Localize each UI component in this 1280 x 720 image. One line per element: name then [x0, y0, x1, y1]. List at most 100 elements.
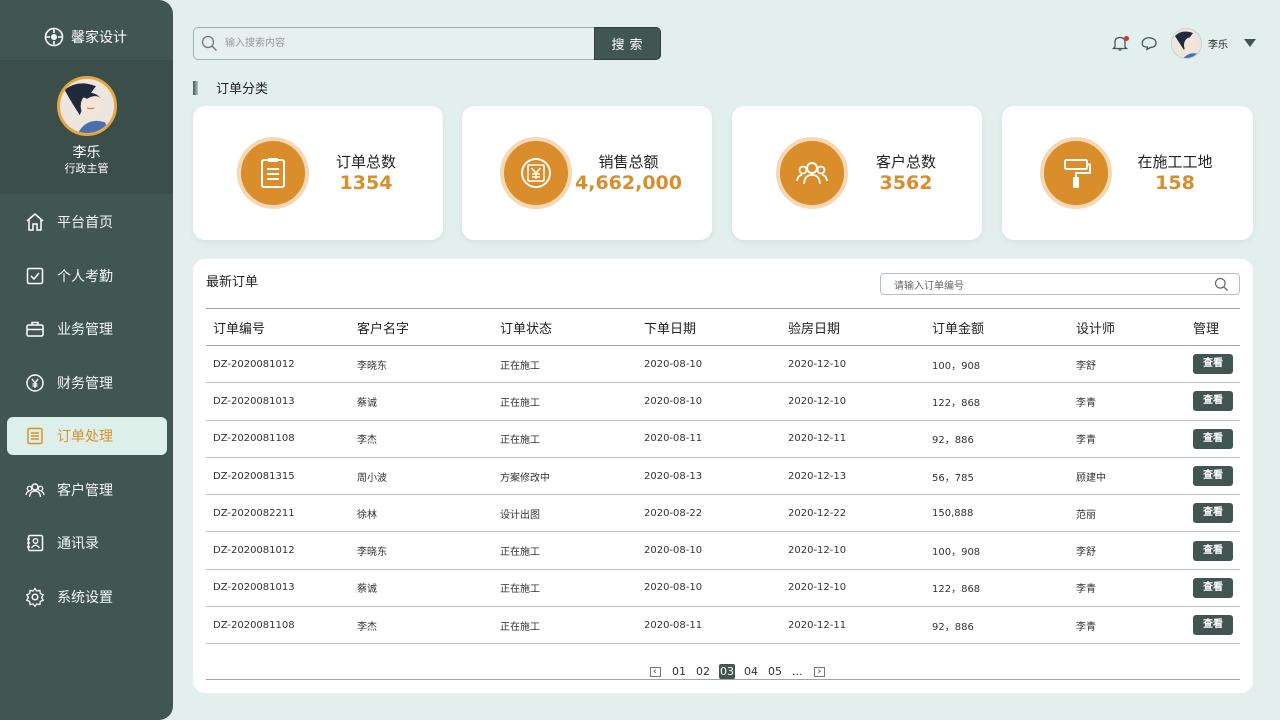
stat-icon-badge	[1040, 137, 1112, 209]
messages-button[interactable]	[1140, 34, 1158, 52]
table-row: DZ-2020081012 李晓东 正在施工 2020-08-10 2020-12-10…	[206, 532, 1240, 570]
stat-card-sales[interactable]: 销售总额 4,662,000	[462, 106, 712, 240]
table-cell-actions: 查看	[1186, 540, 1240, 561]
sidebar-item-label: 系统设置	[57, 589, 113, 606]
page-link[interactable]: 05	[768, 665, 782, 678]
brand-logo-icon	[44, 27, 64, 47]
table-cell: 150,888	[932, 507, 974, 519]
sidebar-item-label: 业务管理	[57, 322, 113, 338]
search-input[interactable]	[193, 27, 595, 60]
table-cell-actions: 查看	[1186, 577, 1240, 598]
table-cell-actions: 查看	[1186, 615, 1240, 636]
orders-table: 订单编号 客户名字 订单状态 下单日期 验房日期 订单金额 设计师 管理 DZ-…	[206, 308, 1240, 645]
view-order-button[interactable]: 查看	[1193, 354, 1233, 375]
table-cell: 2020-12-13	[788, 470, 847, 482]
table-cell: 李晓东	[357, 360, 387, 372]
table-cell: 范丽	[1076, 509, 1096, 521]
table-cell: 正在施工	[500, 584, 540, 596]
stat-icon-badge	[500, 137, 572, 209]
table-cell: 2020-08-11	[644, 433, 703, 445]
divider	[206, 679, 1240, 680]
view-order-button[interactable]: 查看	[1193, 540, 1233, 561]
search-icon[interactable]	[1214, 277, 1229, 292]
gear-icon	[25, 586, 45, 607]
table-cell: 方案修改中	[500, 472, 550, 484]
stat-label: 在施工工地	[1137, 153, 1213, 171]
sidebar-item-settings[interactable]: 系统设置	[7, 578, 167, 616]
prev-page-button[interactable]	[650, 666, 661, 677]
section-marker	[193, 80, 198, 95]
order-number-input[interactable]	[881, 276, 1201, 297]
users-icon	[25, 482, 45, 497]
sidebar-item-orders[interactable]: 订单处理	[7, 417, 167, 455]
stat-label: 客户总数	[875, 153, 936, 171]
table-cell: 2020-08-22	[644, 507, 703, 519]
stat-value: 1354	[339, 172, 393, 194]
stat-card-sites[interactable]: 在施工工地 158	[1002, 106, 1253, 240]
table-cell: DZ-2020081315	[213, 470, 295, 482]
table-cell: 92，886	[932, 621, 974, 633]
user-avatar[interactable]	[1171, 27, 1202, 59]
sidebar-item-attendance[interactable]: 个人考勤	[7, 257, 167, 295]
page-link[interactable]: 02	[696, 665, 710, 678]
table-cell: 正在施工	[500, 547, 540, 559]
next-page-button[interactable]	[813, 666, 825, 677]
view-order-button[interactable]: 查看	[1193, 503, 1233, 524]
page-link[interactable]: 04	[744, 665, 758, 678]
notification-dot	[1124, 36, 1129, 41]
stat-icon-badge	[237, 137, 309, 209]
view-order-button[interactable]: 查看	[1193, 466, 1233, 487]
avatar-portrait-icon	[60, 79, 114, 133]
view-order-button[interactable]: 查看	[1193, 391, 1233, 412]
table-cell: 李杰	[357, 435, 377, 447]
table-cell: 2020-08-11	[644, 619, 703, 631]
search-button[interactable]: 搜索	[594, 27, 661, 60]
view-order-button[interactable]: 查看	[1193, 577, 1233, 598]
profile-role: 行政主管	[64, 162, 109, 175]
stat-value: 4,662,000	[575, 172, 682, 194]
view-order-button[interactable]: 查看	[1193, 615, 1233, 636]
users-icon	[796, 162, 828, 185]
avatar[interactable]	[57, 76, 117, 136]
sidebar-item-label: 平台首页	[57, 215, 113, 231]
table-cell: 正在施工	[500, 397, 540, 409]
table-cell: 100，908	[932, 547, 981, 559]
sidebar-item-customers[interactable]: 客户管理	[7, 471, 167, 509]
stat-value: 3562	[879, 172, 933, 194]
column-header: 验房日期	[788, 321, 841, 337]
brand-name: 馨家设计	[71, 30, 127, 46]
view-order-button[interactable]: 查看	[1193, 428, 1233, 449]
table-cell: 李舒	[1076, 360, 1096, 372]
table-header: 订单编号 客户名字 订单状态 下单日期 验房日期 订单金额 设计师 管理	[206, 308, 1240, 346]
chevron-down-icon[interactable]	[1244, 39, 1256, 47]
stat-card-orders[interactable]: 订单总数 1354	[193, 106, 443, 240]
home-icon	[26, 213, 44, 231]
sidebar-item-business[interactable]: 业务管理	[7, 310, 167, 348]
table-cell: 2020-12-10	[788, 582, 847, 594]
sidebar-nav: 平台首页 个人考勤 业务管理 财务管理 订单处理 客户管理 通讯录 系统设置	[0, 203, 173, 631]
table-cell: 周小波	[357, 472, 387, 484]
sidebar-item-finance[interactable]: 财务管理	[7, 364, 167, 402]
sidebar-item-contacts[interactable]: 通讯录	[7, 524, 167, 562]
global-search: 搜索	[193, 27, 661, 60]
table-cell: 56，785	[932, 472, 974, 484]
sidebar-item-home[interactable]: 平台首页	[7, 203, 167, 241]
table-cell-actions: 查看	[1186, 466, 1240, 487]
table-body: DZ-2020081012 李晓东 正在施工 2020-08-10 2020-12-10…	[206, 346, 1240, 645]
table-cell: 李杰	[357, 621, 377, 633]
stat-value: 158	[1155, 172, 1195, 194]
page-link-current[interactable]: 03	[719, 664, 735, 679]
table-cell: 正在施工	[500, 621, 540, 633]
table-cell: 李青	[1076, 397, 1096, 409]
sidebar-item-label: 个人考勤	[57, 268, 113, 285]
page-link[interactable]: 01	[672, 665, 686, 678]
notification-button[interactable]	[1111, 34, 1129, 52]
table-cell: DZ-2020082211	[213, 507, 295, 519]
stat-card-customers[interactable]: 客户总数 3562	[732, 106, 982, 240]
table-cell: 2020-08-10	[644, 358, 703, 370]
table-row: DZ-2020081108 李杰 正在施工 2020-08-11 2020-12-11 9…	[206, 421, 1240, 458]
section-title: 订单分类	[193, 78, 268, 97]
yuan-coin-icon	[26, 373, 44, 392]
stat-icon-badge	[776, 137, 848, 209]
brand[interactable]: 馨家设计	[44, 27, 127, 47]
